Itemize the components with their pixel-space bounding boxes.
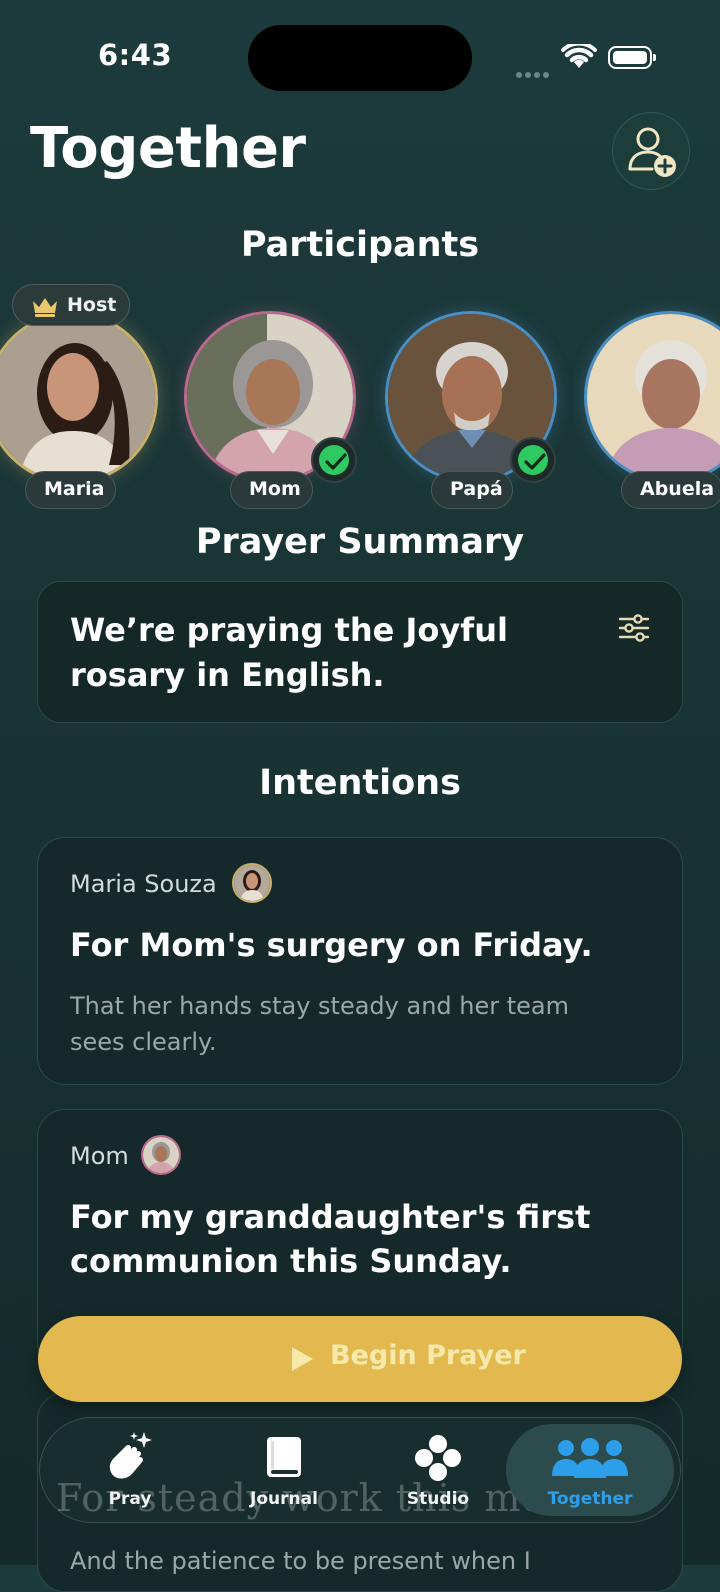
- prayer-summary-card[interactable]: We’re praying the Joyful rosary in Engli…: [37, 581, 683, 723]
- praying-hands-icon: [109, 1432, 152, 1479]
- crown-icon: [33, 298, 57, 317]
- tab-label: Together: [547, 1489, 633, 1509]
- tab-pray[interactable]: Pray: [76, 1418, 184, 1522]
- tab-label: Journal: [250, 1489, 318, 1509]
- participant-name-papa: Papá: [431, 471, 513, 509]
- adjust-settings-icon[interactable]: [618, 614, 650, 646]
- add-participant-button[interactable]: [612, 112, 690, 190]
- checked-in-icon: [311, 437, 357, 483]
- tab-studio[interactable]: Studio: [384, 1418, 492, 1522]
- intentions-heading: Intentions: [259, 763, 461, 803]
- participant-avatar-abuela[interactable]: [584, 311, 720, 483]
- dynamic-island: [248, 25, 472, 91]
- status-time: 6:43: [98, 38, 173, 72]
- group-icon: [552, 1438, 628, 1478]
- author-avatar: [141, 1135, 181, 1175]
- tab-journal[interactable]: Journal: [230, 1418, 338, 1522]
- begin-prayer-label: Begin Prayer: [330, 1340, 526, 1371]
- prayer-summary-text: We’re praying the Joyful rosary in Engli…: [70, 611, 508, 694]
- begin-prayer-button[interactable]: Begin Prayer: [38, 1316, 682, 1402]
- host-label: Host: [67, 294, 117, 316]
- battery-icon: [608, 46, 656, 69]
- play-icon: [292, 1347, 313, 1371]
- intention-body: And the patience to be present when I: [70, 1547, 531, 1575]
- tab-label: Pray: [108, 1489, 152, 1509]
- host-badge: Host: [12, 284, 130, 326]
- intention-author: Mom: [70, 1142, 129, 1170]
- wifi-icon: [561, 41, 597, 74]
- intention-author: Maria Souza: [70, 870, 217, 898]
- intention-title: For my granddaughter's first communion t…: [70, 1198, 591, 1280]
- prayer-summary-heading: Prayer Summary: [195, 522, 525, 562]
- tab-bar: For steady work this month Pray Journal …: [39, 1417, 681, 1523]
- participant-name-maria: Maria: [25, 471, 116, 509]
- intention-title: For Mom's surgery on Friday.: [70, 926, 593, 964]
- tab-together[interactable]: Together: [536, 1418, 644, 1522]
- checked-in-icon: [510, 437, 556, 483]
- author-avatar: [232, 863, 272, 903]
- cellular-signal-icon: [516, 63, 552, 82]
- book-icon: [267, 1437, 301, 1477]
- participant-avatar-maria[interactable]: [0, 312, 158, 484]
- participant-name-abuela: Abuela: [621, 471, 720, 509]
- tab-label: Studio: [406, 1489, 470, 1509]
- intention-body: That her hands stay steady and her team …: [70, 992, 570, 1056]
- studio-icon: [415, 1435, 461, 1481]
- add-person-icon: [628, 127, 676, 177]
- participant-name-mom: Mom: [230, 471, 313, 509]
- participants-heading: Participants: [240, 225, 480, 265]
- intention-card[interactable]: Maria Souza For Mom's surgery on Friday.…: [37, 837, 683, 1085]
- page-title: Together: [30, 116, 306, 181]
